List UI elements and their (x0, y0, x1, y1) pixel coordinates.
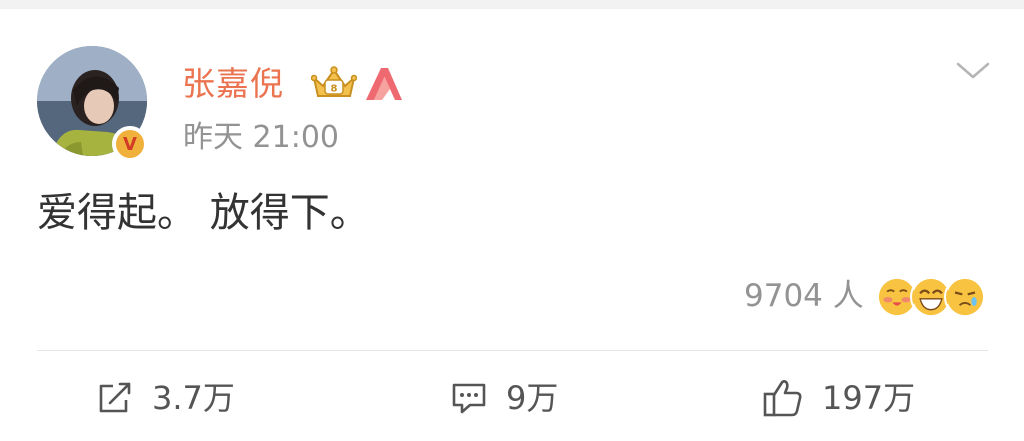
comment-button[interactable]: 9万 (450, 372, 558, 424)
repost-icon (99, 382, 131, 413)
repost-count: 3.7万 (152, 379, 235, 417)
comment-count: 9万 (506, 379, 559, 417)
like-button[interactable]: 197万 (762, 372, 915, 424)
verified-badge: V (112, 126, 148, 162)
svg-text:8: 8 (331, 84, 338, 95)
post-text: 爱得起。 放得下。 (37, 190, 370, 236)
action-bar-divider (37, 350, 988, 351)
crown-badge-icon[interactable]: 8 (311, 66, 357, 102)
author-name[interactable]: 张嘉倪 (182, 62, 284, 106)
repost-button[interactable]: 3.7万 (96, 372, 235, 424)
reaction-count[interactable]: 9704 人 (744, 275, 864, 317)
author-avatar-container[interactable]: V (37, 46, 148, 162)
thumbs-up-icon (763, 380, 802, 417)
like-count: 197万 (822, 379, 916, 417)
chevron-down-icon[interactable] (955, 58, 991, 82)
post-timestamp: 昨天 21:00 (183, 120, 339, 155)
top-separator (0, 0, 1024, 9)
sad-emoji-icon (944, 276, 986, 318)
a-badge-icon[interactable] (362, 64, 404, 102)
comment-icon (452, 383, 486, 414)
reaction-emojis[interactable] (876, 276, 986, 320)
